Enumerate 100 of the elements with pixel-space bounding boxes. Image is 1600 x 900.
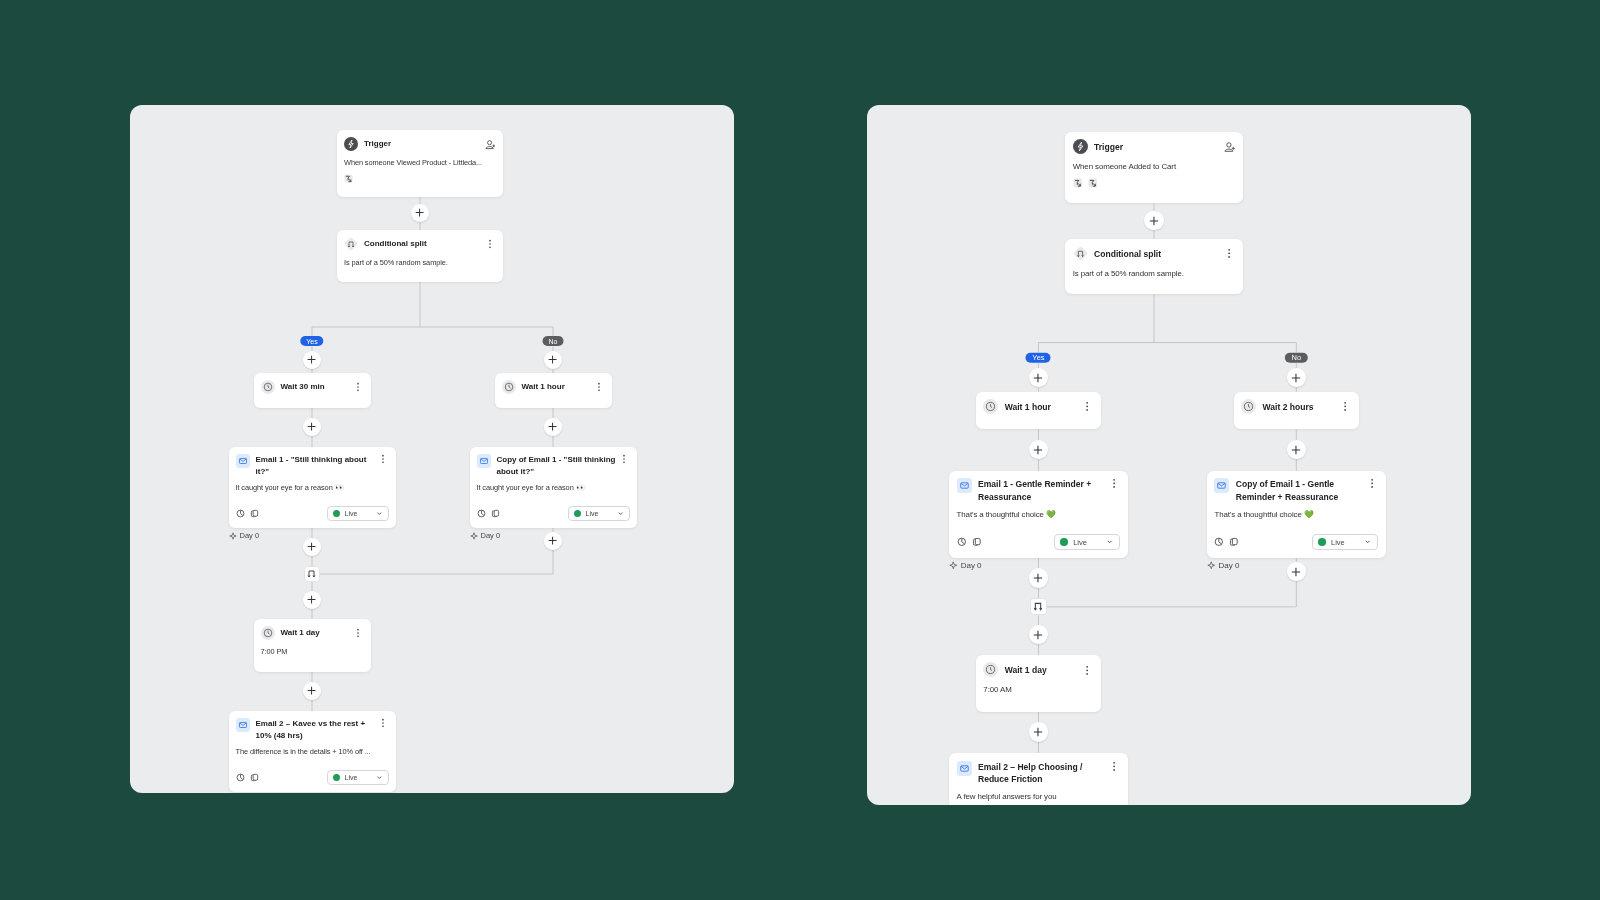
connector-line	[1037, 362, 1039, 369]
plus-icon	[306, 421, 318, 433]
step-title: Copy of Email 1 - "Still thinking about it?"	[496, 454, 616, 478]
wait-card[interactable]: Wait 30 min	[253, 373, 371, 408]
copy-icon[interactable]	[249, 773, 259, 782]
plus-icon	[1290, 371, 1303, 384]
add-step-button[interactable]	[411, 204, 429, 222]
day-label: Day 0	[960, 560, 982, 570]
plus-icon	[547, 421, 559, 433]
person-icon[interactable]	[1223, 140, 1236, 153]
step-title: Wait 1 hour	[1004, 400, 1052, 413]
add-step-button[interactable]	[303, 591, 321, 609]
sparkle-icon	[469, 531, 478, 540]
add-step-button[interactable]	[303, 538, 321, 556]
connector-line	[1037, 587, 1039, 599]
plus-icon	[1032, 726, 1045, 738]
connector-line	[1037, 614, 1039, 626]
split-icon	[344, 237, 358, 251]
step-title: Wait 1 day	[1004, 663, 1048, 677]
plus-icon	[1032, 443, 1045, 456]
more-options-icon[interactable]	[1085, 664, 1090, 676]
chevron-icon	[616, 510, 624, 517]
gauge-icon[interactable]	[956, 537, 967, 547]
clock-icon	[260, 380, 275, 394]
connector-line	[1295, 428, 1297, 441]
plus-icon	[306, 354, 318, 366]
sparkle-icon	[949, 561, 958, 570]
merge-icon	[304, 566, 320, 582]
step-title: Conditional split	[364, 238, 428, 250]
add-step-button[interactable]	[303, 418, 321, 436]
wait-card[interactable]: Wait 1 hour	[975, 391, 1102, 430]
connector-line	[1037, 643, 1039, 656]
more-options-icon[interactable]	[1111, 478, 1117, 490]
more-options-icon[interactable]	[355, 628, 360, 638]
step-title: Trigger	[364, 138, 393, 150]
plus-icon	[1032, 371, 1045, 384]
connector-line	[1295, 362, 1297, 369]
more-options-icon[interactable]	[621, 454, 626, 464]
copy-icon[interactable]	[490, 509, 500, 518]
copy-icon[interactable]	[1229, 537, 1240, 547]
plus-icon	[1032, 571, 1045, 584]
step-title: Email 1 - Gentle Reminder + Reassurance	[977, 478, 1093, 504]
step-title: Email 2 – Kavee vs the rest + 10% (48 hrs)	[255, 718, 367, 742]
plus-icon	[547, 354, 559, 366]
step-title: Wait 2 hours	[1262, 400, 1315, 413]
copy-icon[interactable]	[249, 509, 259, 518]
gauge-icon[interactable]	[1214, 537, 1225, 547]
wait-card[interactable]: Wait 2 hours	[1233, 391, 1359, 430]
step-title: Wait 1 day	[280, 627, 321, 639]
bolt-icon	[344, 137, 358, 151]
more-options-icon[interactable]	[1342, 401, 1348, 413]
more-options-icon[interactable]	[488, 239, 492, 249]
more-options-icon[interactable]	[596, 382, 601, 392]
more-options-icon[interactable]	[355, 382, 360, 392]
more-options-icon[interactable]	[1111, 760, 1117, 772]
plus-icon	[414, 207, 426, 219]
plus-icon	[306, 594, 318, 606]
connector-line	[1037, 458, 1039, 472]
wait-card[interactable]: Wait 1 hour	[494, 373, 612, 408]
more-options-icon[interactable]	[1226, 248, 1232, 260]
step-title: Wait 30 min	[280, 381, 326, 393]
gauge-icon[interactable]	[235, 773, 245, 782]
add-step-button[interactable]	[544, 351, 562, 369]
gauge-icon[interactable]	[235, 509, 245, 518]
connector-line	[1037, 387, 1039, 393]
plus-icon	[1032, 628, 1045, 641]
copy-icon[interactable]	[971, 537, 982, 547]
gauge-icon[interactable]	[476, 509, 486, 518]
add-step-button[interactable]	[544, 418, 562, 436]
bolt-icon	[1072, 139, 1088, 155]
chevron-icon	[375, 774, 383, 781]
more-options-icon[interactable]	[380, 454, 385, 464]
step-title: Copy of Email 1 - Gentle Reminder + Reassurance	[1235, 478, 1340, 504]
step-title: Trigger	[1094, 140, 1125, 153]
sparkle-icon	[1206, 561, 1216, 570]
add-step-button[interactable]	[303, 351, 321, 369]
filter-icon	[1072, 178, 1083, 188]
clock-icon	[501, 380, 516, 394]
chevron-icon	[1364, 538, 1372, 546]
step-title: Conditional split	[1094, 247, 1162, 260]
connector-line	[1037, 428, 1039, 441]
add-step-button[interactable]	[544, 532, 562, 550]
sparkle-icon	[228, 531, 237, 540]
mail-icon	[956, 478, 972, 494]
person-icon[interactable]	[485, 138, 496, 150]
day-label: Day 0	[1218, 560, 1240, 570]
chevron-icon	[1106, 538, 1114, 546]
plus-icon	[1148, 214, 1160, 227]
step-title: Wait 1 hour	[521, 381, 566, 393]
connector-line	[1037, 557, 1039, 569]
more-options-icon[interactable]	[380, 718, 385, 728]
more-options-icon[interactable]	[1085, 401, 1090, 413]
more-options-icon[interactable]	[1369, 478, 1374, 490]
plus-icon	[1290, 565, 1303, 578]
mail-icon	[1214, 478, 1230, 494]
add-step-button[interactable]	[303, 682, 321, 700]
plus-icon	[306, 541, 318, 553]
connector-line	[1037, 741, 1039, 754]
plus-icon	[547, 535, 559, 547]
step-title: Email 1 - "Still thinking about it?"	[255, 454, 368, 478]
